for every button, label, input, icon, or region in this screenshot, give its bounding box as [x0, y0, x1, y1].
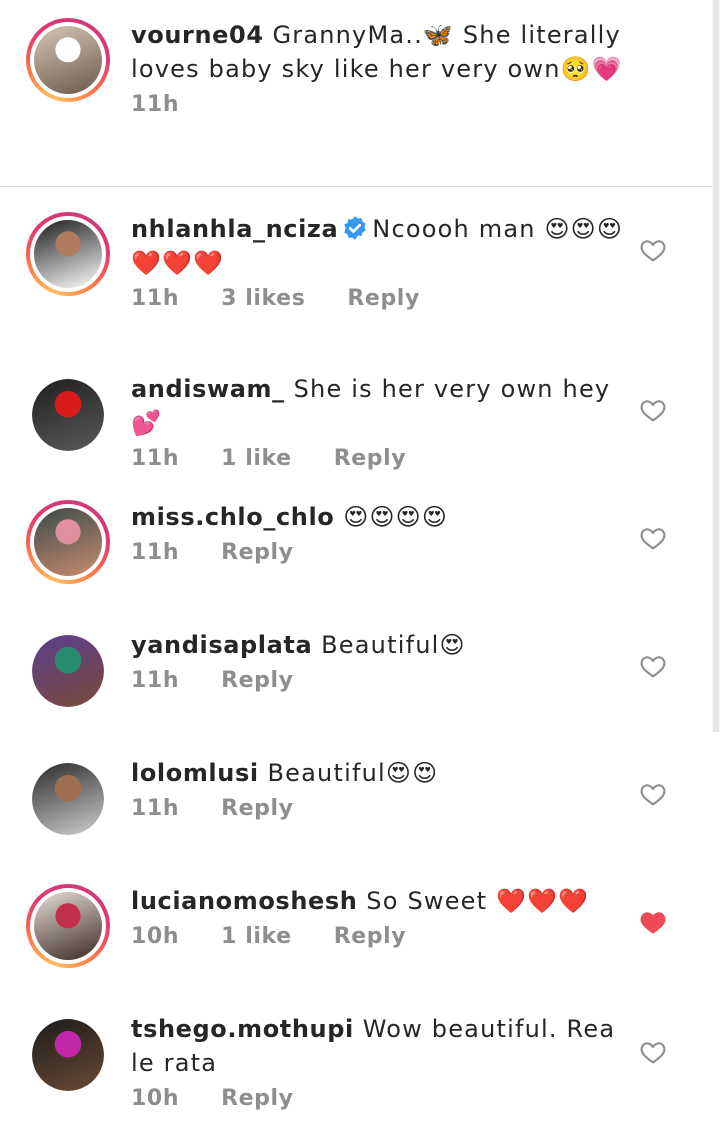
- username[interactable]: tshego.mothupi: [131, 1015, 354, 1043]
- comment-row: miss.chlo_chlo 😍😍😍😍 11h Reply: [0, 500, 712, 628]
- comment-text: tshego.mothupi Wow beautiful. Rea le rat…: [131, 1012, 642, 1080]
- comment-message: 😍😍😍😍: [343, 503, 449, 531]
- timestamp: 11h: [131, 796, 180, 821]
- timestamp: 11h: [131, 92, 180, 117]
- comment-text: lolomlusi Beautiful😍😍: [131, 756, 642, 790]
- reply-button[interactable]: Reply: [221, 1086, 294, 1111]
- username[interactable]: lucianomoshesh: [131, 887, 357, 915]
- reply-button[interactable]: Reply: [221, 796, 294, 821]
- likes-count[interactable]: 1 like: [221, 924, 292, 949]
- avatar[interactable]: [26, 18, 110, 102]
- comment-meta: 11h: [131, 92, 642, 117]
- comment-text: vourne04 GrannyMa..🦋 She literally loves…: [131, 18, 642, 86]
- avatar-photo: [32, 379, 104, 451]
- comment-row: yandisaplata Beautiful😍 11h Reply: [0, 628, 712, 756]
- comment-body: vourne04 GrannyMa..🦋 She literally loves…: [131, 18, 642, 117]
- comment-meta: 11h 1 like Reply: [131, 446, 642, 471]
- comment-text: yandisaplata Beautiful😍: [131, 628, 642, 662]
- divider: [0, 186, 712, 187]
- timestamp: 11h: [131, 540, 180, 565]
- comment-body: lolomlusi Beautiful😍😍 11h Reply: [131, 756, 642, 821]
- comment-message: Beautiful😍😍: [267, 759, 439, 787]
- avatar[interactable]: [32, 635, 104, 707]
- comment-text: andiswam_ She is her very own hey 💕: [131, 372, 642, 440]
- comment-body: andiswam_ She is her very own hey 💕 11h 1 …: [131, 372, 642, 471]
- avatar-photo: [34, 892, 102, 960]
- comment-meta: 10h Reply: [131, 1086, 642, 1111]
- comment-text: nhlanhla_nciza Ncoooh man 😍😍😍❤️❤️❤️: [131, 212, 642, 280]
- comment-row: lucianomoshesh So Sweet ❤️❤️❤️ 10h 1 like R…: [0, 884, 712, 1012]
- comment-meta: 11h 3 likes Reply: [131, 286, 642, 311]
- timestamp: 11h: [131, 286, 180, 311]
- comment-row: tshego.mothupi Wow beautiful. Rea le rat…: [0, 1012, 712, 1140]
- comment-row: lolomlusi Beautiful😍😍 11h Reply: [0, 756, 712, 884]
- username[interactable]: nhlanhla_nciza: [131, 215, 338, 243]
- comment-row: vourne04 GrannyMa..🦋 She literally loves…: [0, 18, 712, 146]
- username[interactable]: vourne04: [131, 21, 264, 49]
- avatar-photo: [32, 763, 104, 835]
- likes-count[interactable]: 1 like: [221, 446, 292, 471]
- avatar-photo: [34, 508, 102, 576]
- likes-count[interactable]: 3 likes: [221, 286, 305, 311]
- comment-message: So Sweet ❤️❤️❤️: [366, 887, 590, 915]
- comment-body: tshego.mothupi Wow beautiful. Rea le rat…: [131, 1012, 642, 1111]
- username[interactable]: andiswam_: [131, 375, 285, 403]
- heart-icon[interactable]: [640, 238, 666, 262]
- reply-button[interactable]: Reply: [221, 540, 294, 565]
- comment-meta: 10h 1 like Reply: [131, 924, 642, 949]
- avatar[interactable]: [26, 212, 110, 296]
- comment-meta: 11h Reply: [131, 796, 642, 821]
- username[interactable]: yandisaplata: [131, 631, 312, 659]
- avatar-photo: [34, 220, 102, 288]
- comment-row: andiswam_ She is her very own hey 💕 11h 1 …: [0, 372, 712, 500]
- avatar-photo: [32, 635, 104, 707]
- heart-icon[interactable]: [640, 782, 666, 806]
- username[interactable]: lolomlusi: [131, 759, 259, 787]
- timestamp: 11h: [131, 668, 180, 693]
- comment-row: nhlanhla_nciza Ncoooh man 😍😍😍❤️❤️❤️ 11h 3 l…: [0, 212, 712, 340]
- avatar[interactable]: [26, 500, 110, 584]
- comment-body: yandisaplata Beautiful😍 11h Reply: [131, 628, 642, 693]
- avatar[interactable]: [26, 884, 110, 968]
- heart-icon[interactable]: [640, 654, 666, 678]
- comment-meta: 11h Reply: [131, 668, 642, 693]
- comment-text: lucianomoshesh So Sweet ❤️❤️❤️: [131, 884, 642, 918]
- avatar[interactable]: [32, 763, 104, 835]
- heart-icon[interactable]: [640, 1040, 666, 1064]
- comment-text: miss.chlo_chlo 😍😍😍😍: [131, 500, 642, 534]
- avatar-photo: [34, 26, 102, 94]
- avatar[interactable]: [32, 1019, 104, 1091]
- timestamp: 10h: [131, 924, 180, 949]
- avatar-photo: [32, 1019, 104, 1091]
- scrollbar-thumb[interactable]: [713, 0, 719, 732]
- comment-body: miss.chlo_chlo 😍😍😍😍 11h Reply: [131, 500, 642, 565]
- comment-meta: 11h Reply: [131, 540, 642, 565]
- avatar[interactable]: [32, 379, 104, 451]
- heart-icon[interactable]: [640, 398, 666, 422]
- reply-button[interactable]: Reply: [334, 924, 407, 949]
- heart-filled-icon[interactable]: [640, 910, 666, 934]
- comment-body: nhlanhla_nciza Ncoooh man 😍😍😍❤️❤️❤️ 11h 3 l…: [131, 212, 642, 311]
- heart-icon[interactable]: [640, 526, 666, 550]
- reply-button[interactable]: Reply: [221, 668, 294, 693]
- comment-body: lucianomoshesh So Sweet ❤️❤️❤️ 10h 1 like R…: [131, 884, 642, 949]
- comment-message: Beautiful😍: [321, 631, 466, 659]
- reply-button[interactable]: Reply: [347, 286, 420, 311]
- verified-badge-icon: [344, 216, 367, 240]
- timestamp: 11h: [131, 446, 180, 471]
- reply-button[interactable]: Reply: [334, 446, 407, 471]
- username[interactable]: miss.chlo_chlo: [131, 503, 334, 531]
- scrollbar-track[interactable]: [712, 0, 720, 732]
- timestamp: 10h: [131, 1086, 180, 1111]
